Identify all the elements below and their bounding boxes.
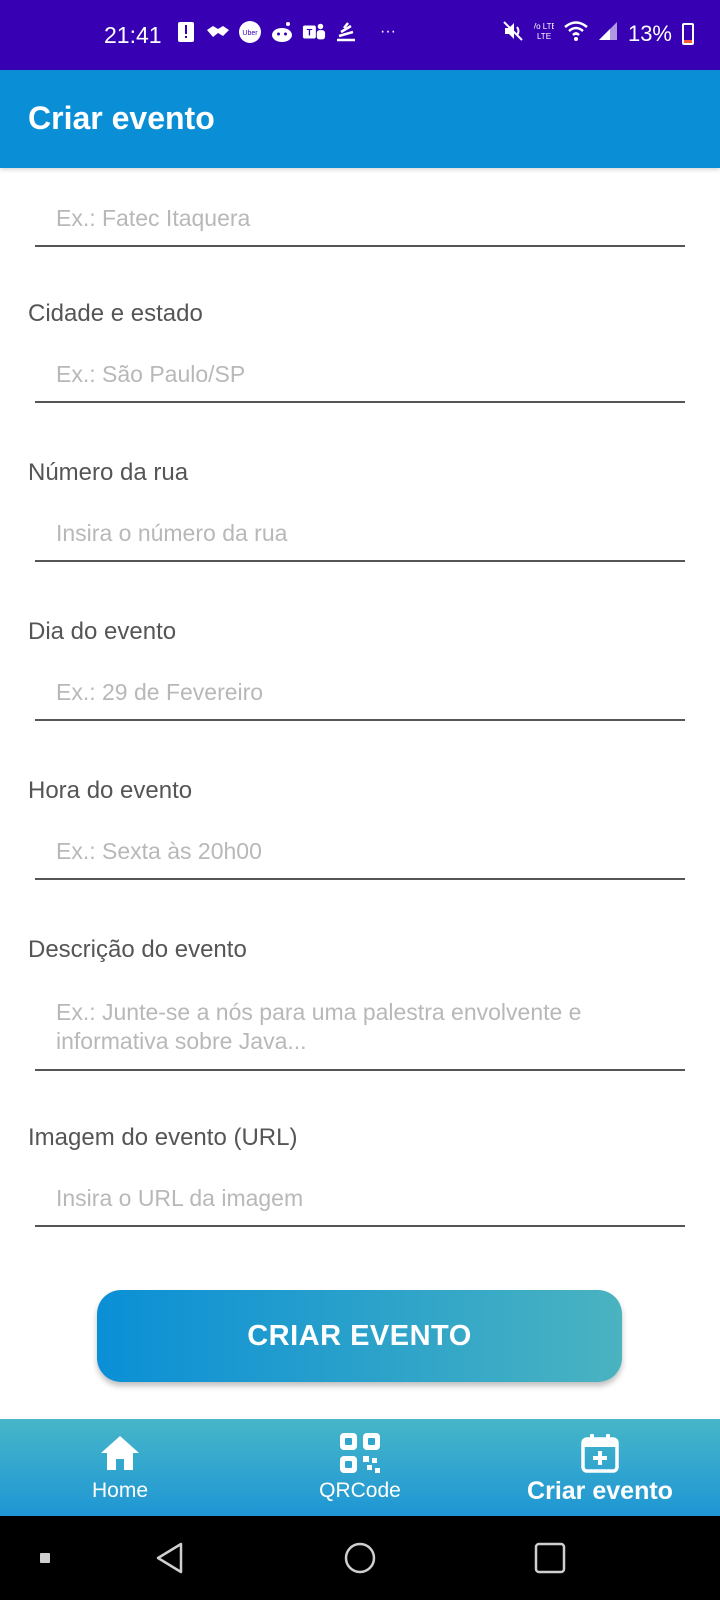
- recents-dot-button[interactable]: [30, 1516, 60, 1600]
- event-time-input[interactable]: Ex.: Sexta às 20h00: [35, 833, 685, 880]
- overview-button[interactable]: [520, 1516, 580, 1600]
- nav-item-home[interactable]: Home: [0, 1419, 240, 1516]
- uber-icon: Uber: [238, 20, 262, 44]
- city-state-label: Cidade e estado: [28, 300, 203, 327]
- qrcode-icon: [339, 1433, 381, 1473]
- description-placeholder-line2: informativa sobre Java...: [56, 1028, 307, 1054]
- back-button[interactable]: [140, 1516, 200, 1600]
- home-button[interactable]: [330, 1516, 390, 1600]
- battery-percent: 13%: [627, 20, 672, 46]
- home-icon: [99, 1433, 141, 1473]
- reddit-icon: [270, 20, 294, 44]
- nav-item-create-event[interactable]: Criar evento: [480, 1419, 720, 1516]
- volte-icon: Vo LTELTE: [531, 20, 557, 47]
- stacks-icon: [334, 20, 358, 44]
- image-url-placeholder: Insira o URL da imagem: [56, 1185, 304, 1211]
- nav-label-qrcode: QRCode: [319, 1479, 401, 1502]
- image-url-input[interactable]: Insira o URL da imagem: [35, 1180, 685, 1227]
- handshake-icon: [206, 20, 230, 44]
- mute-icon: [502, 20, 524, 47]
- event-time-label: Hora do evento: [28, 777, 193, 804]
- alert-icon: [174, 20, 198, 44]
- nav-label-create-event: Criar evento: [527, 1477, 673, 1505]
- description-label: Descrição do evento: [28, 936, 247, 963]
- bottom-navigation: Home QRCode Criar evento: [0, 1419, 720, 1516]
- svg-text:T: T: [307, 28, 313, 38]
- status-time: 21:41: [104, 22, 162, 48]
- notification-icons: Uber T ···: [174, 20, 396, 44]
- street-number-label: Número da rua: [28, 459, 189, 486]
- create-event-button[interactable]: CRIAR EVENTO: [97, 1290, 622, 1382]
- description-input[interactable]: Ex.: Junte-se a nós para uma palestra en…: [35, 994, 685, 1071]
- svg-text:Vo LTE: Vo LTE: [534, 22, 554, 31]
- system-status-icons: Vo LTELTE 13%: [502, 20, 694, 47]
- app-bar: Criar evento: [0, 70, 720, 168]
- event-time-placeholder: Ex.: Sexta às 20h00: [56, 838, 262, 864]
- wifi-icon: [564, 21, 588, 46]
- status-bar: 21:41 Uber T ··· Vo LTELTE: [0, 0, 720, 70]
- battery-level-fill: [684, 40, 692, 43]
- nav-item-qrcode[interactable]: QRCode: [240, 1419, 480, 1516]
- description-placeholder-line1: Ex.: Junte-se a nós para uma palestra en…: [56, 999, 582, 1025]
- image-url-label: Imagem do evento (URL): [28, 1124, 298, 1151]
- location-name-input[interactable]: Ex.: Fatec Itaquera: [35, 200, 685, 247]
- city-state-input[interactable]: Ex.: São Paulo/SP: [35, 356, 685, 403]
- overflow-dots: ···: [380, 23, 396, 40]
- teams-icon: T: [302, 20, 326, 44]
- svg-text:LTE: LTE: [537, 32, 551, 41]
- svg-text:Uber: Uber: [242, 30, 258, 37]
- nav-label-home: Home: [91, 1479, 149, 1502]
- event-date-placeholder: Ex.: 29 de Fevereiro: [56, 679, 264, 705]
- signal-icon: [598, 21, 618, 46]
- street-number-input[interactable]: Insira o número da rua: [35, 515, 685, 562]
- location-name-placeholder: Ex.: Fatec Itaquera: [56, 205, 251, 231]
- event-date-label: Dia do evento: [28, 618, 177, 645]
- event-date-input[interactable]: Ex.: 29 de Fevereiro: [35, 674, 685, 721]
- street-number-placeholder: Insira o número da rua: [56, 520, 288, 546]
- calendar-add-icon: [581, 1433, 619, 1473]
- page-title: Criar evento: [28, 100, 215, 136]
- city-state-placeholder: Ex.: São Paulo/SP: [56, 361, 246, 387]
- battery-icon: [682, 22, 694, 45]
- system-navigation-bar: [0, 1516, 720, 1600]
